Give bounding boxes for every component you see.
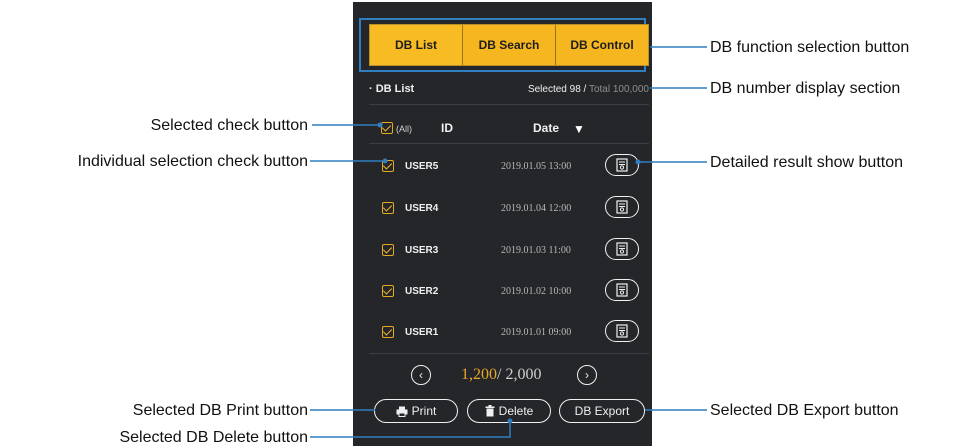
printer-icon: [396, 406, 408, 417]
row-id: USER4: [405, 203, 439, 214]
export-label: DB Export: [574, 404, 630, 418]
callout-delete: Selected DB Delete button: [119, 429, 308, 446]
document-search-icon: [616, 200, 628, 214]
detail-result-button[interactable]: [605, 320, 639, 342]
pager-prev-button[interactable]: ‹: [411, 365, 431, 385]
divider: [369, 143, 649, 144]
table-row: USER2 2019.01.02 10:00: [353, 274, 652, 308]
row-id: USER3: [405, 245, 439, 256]
delete-button[interactable]: Delete: [467, 399, 551, 423]
row-date: 2019.01.02 10:00: [501, 286, 572, 297]
row-checkbox[interactable]: [382, 285, 394, 297]
document-search-icon: [616, 324, 628, 338]
db-count-display: Selected 98 / Total 100,000: [528, 84, 649, 95]
row-date: 2019.01.05 13:00: [501, 161, 572, 172]
callout-detailed-result: Detailed result show button: [710, 154, 903, 171]
detail-result-button[interactable]: [605, 154, 639, 176]
document-search-icon: [616, 242, 628, 256]
document-search-icon: [616, 283, 628, 297]
callout-function-selection: DB function selection button: [710, 39, 910, 56]
row-checkbox[interactable]: [382, 202, 394, 214]
trash-icon: [485, 405, 495, 417]
total-count: Total 100,000: [588, 84, 649, 95]
row-id: USER1: [405, 327, 439, 338]
callout-number-display: DB number display section: [710, 80, 901, 97]
table-row: USER4 2019.01.04 12:00: [353, 191, 652, 225]
detail-result-button[interactable]: [605, 238, 639, 260]
chevron-left-icon: ‹: [419, 368, 423, 382]
column-header-date[interactable]: Date: [533, 121, 559, 135]
table-row: USER5 2019.01.05 13:00: [353, 149, 652, 183]
divider: [369, 104, 649, 105]
pager-total: / 2,000: [497, 366, 542, 383]
chevron-right-icon: ›: [585, 368, 589, 382]
row-checkbox[interactable]: [382, 326, 394, 338]
sort-down-icon[interactable]: ▼: [573, 122, 585, 136]
print-label: Print: [411, 404, 437, 418]
detail-result-button[interactable]: [605, 196, 639, 218]
select-all-checkbox[interactable]: [381, 122, 393, 134]
pager-current: 1,200: [461, 366, 497, 383]
pager-next-button[interactable]: ›: [577, 365, 597, 385]
db-panel: DB List DB Search DB Control · DB List S…: [353, 2, 652, 446]
row-date: 2019.01.01 09:00: [501, 327, 572, 338]
detail-result-button[interactable]: [605, 279, 639, 301]
section-title: · DB List: [369, 83, 415, 95]
row-date: 2019.01.04 12:00: [501, 203, 572, 214]
delete-label: Delete: [498, 404, 534, 418]
row-checkbox[interactable]: [382, 244, 394, 256]
column-header-id: ID: [441, 121, 453, 135]
callout-print: Selected DB Print button: [132, 402, 308, 419]
divider: [369, 353, 649, 354]
callout-individual-check: Individual selection check button: [77, 153, 308, 170]
selected-count: Selected 98 /: [527, 84, 589, 95]
row-id: USER2: [405, 286, 439, 297]
table-row: USER1 2019.01.01 09:00: [353, 315, 652, 349]
document-search-icon: [616, 158, 628, 172]
tab-db-control[interactable]: DB Control: [556, 25, 648, 65]
tab-db-list[interactable]: DB List: [370, 25, 463, 65]
tab-db-search[interactable]: DB Search: [463, 25, 556, 65]
row-checkbox[interactable]: [382, 160, 394, 172]
callout-export: Selected DB Export button: [710, 402, 899, 419]
export-button[interactable]: DB Export: [559, 399, 645, 423]
db-function-tabs: DB List DB Search DB Control: [369, 24, 649, 66]
callout-selected-check: Selected check button: [150, 117, 308, 134]
select-all-label: (All): [396, 124, 412, 134]
print-button[interactable]: Print: [374, 399, 458, 423]
row-date: 2019.01.03 11:00: [501, 245, 571, 256]
row-id: USER5: [405, 161, 439, 172]
pager-display: 1,200/ 2,000: [461, 366, 541, 384]
table-row: USER3 2019.01.03 11:00: [353, 233, 652, 267]
